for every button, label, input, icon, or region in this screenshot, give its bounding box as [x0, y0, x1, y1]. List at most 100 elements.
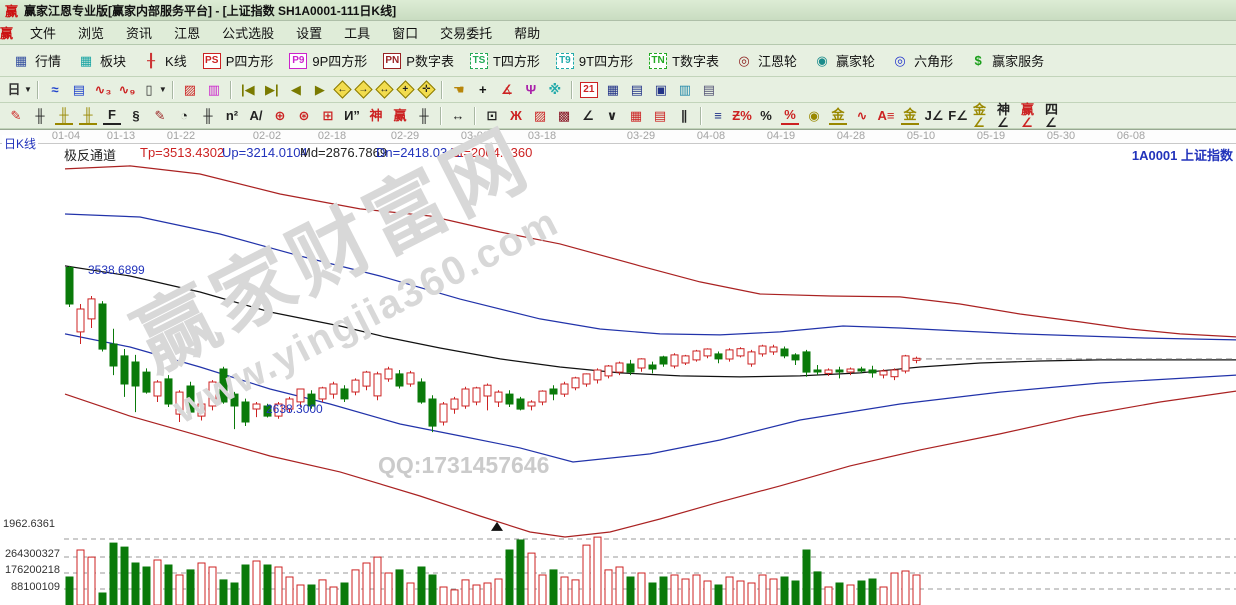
- tool-golden-section-2[interactable]: ╫: [77, 105, 99, 127]
- tool-rect-handles[interactable]: ⊡: [481, 105, 503, 127]
- tool-first-page[interactable]: |◀: [237, 79, 259, 101]
- tool-pattern-tool[interactable]: ▨: [179, 79, 201, 101]
- tool-gold-box[interactable]: 金: [899, 105, 921, 127]
- tool-pencil-tool[interactable]: ✎: [5, 105, 27, 127]
- tool-zigzag-line[interactable]: ∨: [601, 105, 623, 127]
- tool-box-grid[interactable]: ⊞: [317, 105, 339, 127]
- tool-period-day-button[interactable]: 日▼: [5, 79, 32, 101]
- toolbar-button-p-number-table[interactable]: PNP数字表: [375, 48, 462, 73]
- tool-parallel-lines[interactable]: ∥: [673, 105, 695, 127]
- tool-prev-page[interactable]: ◀: [285, 79, 307, 101]
- tool-circle-cross[interactable]: ⊕: [269, 105, 291, 127]
- tool-four-angle[interactable]: 四∠: [1043, 105, 1065, 127]
- tool-angle-lines[interactable]: ∠: [577, 105, 599, 127]
- tool-a-slash[interactable]: A/: [245, 105, 267, 127]
- tool-zoom-in-all[interactable]: +: [397, 81, 414, 98]
- tool-tick-ruler[interactable]: ╫: [197, 105, 219, 127]
- tool-circle-star[interactable]: ⊛: [293, 105, 315, 127]
- toolbar-button-quotes[interactable]: ▦行情: [4, 48, 69, 73]
- tool-smart-analysis[interactable]: ※: [544, 79, 566, 101]
- tool-crosshair[interactable]: +: [472, 79, 494, 101]
- golden-section-2-icon: ╫: [79, 107, 97, 125]
- tool-gold-circle[interactable]: ◉: [803, 105, 825, 127]
- tool-percent[interactable]: %: [755, 105, 777, 127]
- tool-remote-pc[interactable]: ▤: [698, 79, 720, 101]
- toolbar-button-9t-square[interactable]: T99T四方形: [548, 48, 641, 73]
- toolbar-button-winner-service[interactable]: $赢家服务: [961, 48, 1052, 73]
- tool-calendar[interactable]: 21: [578, 79, 600, 101]
- tool-mini-chart-9[interactable]: ∿₉: [116, 79, 138, 101]
- tool-fan-box-dark[interactable]: ▩: [553, 105, 575, 127]
- tool-mini-chart-3[interactable]: ∿₃: [92, 79, 114, 101]
- tool-color-histogram[interactable]: ▥: [203, 79, 225, 101]
- tool-zixun-wave[interactable]: ≈: [44, 79, 66, 101]
- tool-drag-hand[interactable]: ☚: [448, 79, 470, 101]
- tool-save[interactable]: ▣: [650, 79, 672, 101]
- tool-memo[interactable]: ▤: [626, 79, 648, 101]
- gold-circle-icon: ◉: [805, 108, 823, 124]
- tool-calculator[interactable]: ▦: [602, 79, 624, 101]
- tool-price-panel[interactable]: ≡: [707, 105, 729, 127]
- tool-shen-ruler[interactable]: 神: [365, 105, 387, 127]
- kline-plot[interactable]: [0, 144, 1236, 605]
- menu-item-news[interactable]: 资讯: [115, 21, 163, 44]
- menu-item-formula-pick[interactable]: 公式选股: [211, 21, 285, 44]
- tool-shift-right[interactable]: →: [355, 81, 372, 98]
- tool-z-percent[interactable]: Ƶ%: [731, 105, 753, 127]
- tool-cycle-line[interactable]: ╫: [29, 105, 51, 127]
- tool-spiral-tool[interactable]: §: [125, 105, 147, 127]
- tool-ying-angle[interactable]: 赢∠: [1019, 105, 1041, 127]
- tool-last-page[interactable]: ▶|: [261, 79, 283, 101]
- tool-a-lines[interactable]: A≡: [875, 105, 897, 127]
- tool-zoom-out-all[interactable]: ✛: [418, 81, 435, 98]
- toolbar-button-hexagon[interactable]: ◎六角形: [883, 48, 961, 73]
- tool-wave-tool[interactable]: ∿: [851, 105, 873, 127]
- menu-item-browse[interactable]: 浏览: [67, 21, 115, 44]
- tool-ruler-123[interactable]: ╫: [413, 105, 435, 127]
- tool-ray-fan[interactable]: Ж: [505, 105, 527, 127]
- tool-f-angle[interactable]: F∠: [947, 105, 969, 127]
- tool-shift-left[interactable]: ←: [334, 81, 351, 98]
- tool-next-page[interactable]: ▶: [309, 79, 331, 101]
- tool-gold-lines[interactable]: 金: [827, 105, 849, 127]
- toolbar-button-9p-square[interactable]: P99P四方形: [281, 48, 375, 73]
- tool-f-line[interactable]: F: [101, 105, 123, 127]
- toolbar-button-gann-wheel[interactable]: ◎江恩轮: [727, 48, 805, 73]
- tool-golden-section[interactable]: ╫: [53, 105, 75, 127]
- menu-item-help[interactable]: 帮助: [503, 21, 551, 44]
- tool-j-angle[interactable]: J∠: [923, 105, 945, 127]
- tool-cycle-circle[interactable]: ◔: [173, 105, 195, 127]
- candle-body: [748, 352, 755, 364]
- tool-shen-angle[interactable]: 神∠: [995, 105, 1017, 127]
- menu-item-gann[interactable]: 江恩: [163, 21, 211, 44]
- toolbar-button-t-square[interactable]: TST四方形: [462, 48, 548, 73]
- toolbar-button-winner-wheel[interactable]: ◉赢家轮: [805, 48, 883, 73]
- tool-ying-ruler[interactable]: 赢: [389, 105, 411, 127]
- menu-item-settings[interactable]: 设置: [285, 21, 333, 44]
- kline-chart-area[interactable]: 日K线 赢家财富网 www.yingjia360.com 极反通道 Tp=351…: [0, 143, 1236, 605]
- menu-item-file[interactable]: 文件: [19, 21, 67, 44]
- tool-pencil-ruler[interactable]: ✎: [149, 105, 171, 127]
- tool-fan-box[interactable]: ▨: [529, 105, 551, 127]
- tool-info-list[interactable]: ▤: [68, 79, 90, 101]
- menu-item-trade[interactable]: 交易委托: [429, 21, 503, 44]
- tool-width-measure[interactable]: ↔: [447, 105, 469, 127]
- tool-expand-horizontal[interactable]: ↔: [376, 81, 393, 98]
- toolbar-button-t-number-table[interactable]: TNT数字表: [641, 48, 727, 73]
- toolbar-button-sectors[interactable]: ▦板块: [69, 48, 134, 73]
- tool-n-squared[interactable]: n²: [221, 105, 243, 127]
- tool-grid-box[interactable]: ▤: [649, 105, 671, 127]
- tool-network-pc[interactable]: ▥: [674, 79, 696, 101]
- tool-percent-line[interactable]: %: [779, 105, 801, 127]
- tool-angle-tool[interactable]: ∡: [496, 79, 518, 101]
- tool-gold-angle[interactable]: 金∠: [971, 105, 993, 127]
- tool-gann-tool[interactable]: Ψ: [520, 79, 542, 101]
- tool-grid-red[interactable]: ▦: [625, 105, 647, 127]
- toolbar-button-p-square[interactable]: PSP四方形: [195, 48, 282, 73]
- menu-item-tools[interactable]: 工具: [333, 21, 381, 44]
- tool-candle-style-button[interactable]: ▯▼: [140, 79, 167, 101]
- grid-red-icon: ▦: [627, 108, 645, 124]
- toolbar-button-kline[interactable]: ╂K线: [134, 48, 195, 73]
- tool-n-quote[interactable]: И”: [341, 105, 363, 127]
- menu-item-window[interactable]: 窗口: [381, 21, 429, 44]
